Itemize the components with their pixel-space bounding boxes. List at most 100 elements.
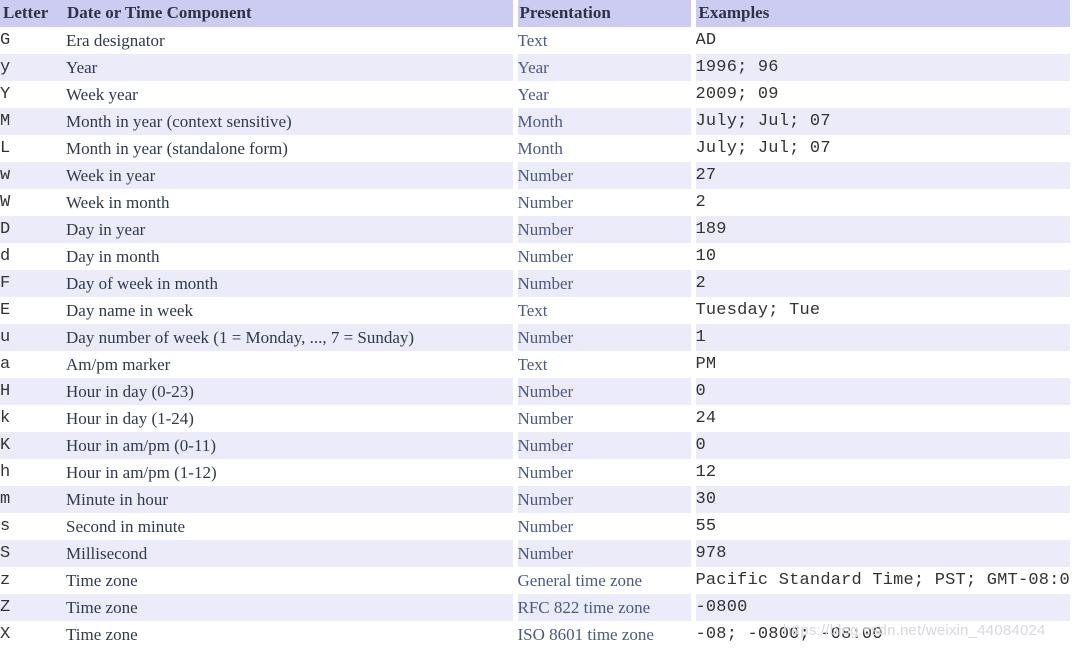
cell-letter: h [0,463,11,482]
cell-presentation: Number [512,432,693,459]
table-header-row: Letter Date or Time Component Presentati… [0,0,1070,27]
cell-presentation: General time zone [512,567,693,594]
cell-examples: 30 [690,486,1070,513]
cell-component: Day name in week [66,301,193,320]
cell-presentation: Number [512,324,693,351]
cell-presentation: Number [512,540,693,567]
table-row: M Month in year (context sensitive) Month J… [0,108,1070,135]
cell-presentation: Number [512,216,693,243]
cell-letter: d [0,247,11,266]
table-header: Letter Date or Time Component Presentati… [0,0,1070,27]
cell-presentation: Month [512,108,693,135]
cell-letter: a [0,355,11,374]
cell-letter: K [0,432,66,459]
cell-examples: 27 [690,162,1070,189]
cell-component: Second in minute [66,517,185,536]
cell-letter: z [0,571,11,590]
cell-presentation: Number [512,513,693,540]
cell-component: Week year [66,85,138,104]
cell-letter: y [0,54,66,81]
cell-component: Month in year (context sensitive) [66,108,515,135]
cell-component: Hour in day (1-24) [66,409,194,428]
table-row: h Hour in am/pm (1-12) Number 12 [0,459,1070,486]
table-row: H Hour in day (0-23) Number 0 [0,378,1070,405]
cell-component: Minute in hour [66,486,515,513]
table-body: G Era designator Text AD y Year Year 1996; 96 Y W… [0,27,1070,648]
table-row: F Day of week in month Number 2 [0,270,1070,297]
column-header-presentation: Presentation [512,0,693,27]
cell-examples: -0800 [690,594,1070,621]
cell-presentation: Year [512,81,693,108]
table-row: m Minute in hour Number 30 [0,486,1070,513]
cell-component: Hour in day (0-23) [66,378,515,405]
cell-examples: July; Jul; 07 [690,108,1070,135]
cell-component: Hour in am/pm (1-12) [66,463,217,482]
cell-presentation: Number [512,270,693,297]
cell-presentation: Text [512,27,693,54]
cell-examples: AD [690,27,1070,54]
cell-presentation: Text [512,297,693,324]
cell-examples: 1 [690,324,1070,351]
cell-component: Time zone [66,571,138,590]
cell-letter: D [0,216,66,243]
cell-letter: m [0,486,66,513]
cell-presentation: Number [512,378,693,405]
cell-letter: H [0,378,66,405]
cell-presentation: Number [512,189,693,216]
cell-letter: M [0,108,66,135]
column-header-examples: Examples [690,0,1070,27]
cell-examples: 978 [690,540,1070,567]
cell-presentation: Number [512,405,693,432]
column-header-letter: Letter [0,0,66,27]
table-row: z Time zone General time zone Pacific Stand… [0,567,1070,594]
cell-component: Day in year [66,216,515,243]
cell-component: Day number of week (1 = Monday, ..., 7 =… [66,324,515,351]
cell-letter: G [0,31,11,50]
cell-examples: 12 [690,459,1070,486]
table-row: G Era designator Text AD [0,27,1070,54]
cell-component: Day of week in month [66,270,515,297]
cell-component: Day in month [66,247,160,266]
cell-letter: L [0,139,11,158]
cell-examples: Pacific Standard Time; PST; GMT-08:00 [690,567,1070,594]
cell-presentation: Number [512,162,693,189]
table-row: k Hour in day (1-24) Number 24 [0,405,1070,432]
cell-examples: 0 [690,432,1070,459]
cell-examples: 0 [690,378,1070,405]
cell-presentation: Year [512,54,693,81]
cell-component: Year [66,54,515,81]
cell-examples: Tuesday; Tue [690,297,1070,324]
cell-letter: W [0,193,11,212]
table-row: K Hour in am/pm (0-11) Number 0 [0,432,1070,459]
table-row: y Year Year 1996; 96 [0,54,1070,81]
cell-presentation: Number [512,486,693,513]
cell-component: Month in year (standalone form) [66,139,288,158]
cell-examples: 2 [690,270,1070,297]
table-row: E Day name in week Text Tuesday; Tue [0,297,1070,324]
cell-presentation: Number [512,243,693,270]
cell-component: Time zone [66,594,515,621]
cell-component: Am/pm marker [66,355,171,374]
table-row: Z Time zone RFC 822 time zone -0800 [0,594,1070,621]
cell-letter: S [0,540,66,567]
cell-component: Time zone [66,625,138,644]
cell-examples: 1996; 96 [690,54,1070,81]
cell-letter: F [0,270,66,297]
cell-letter: s [0,517,11,536]
cell-presentation: ISO 8601 time zone [512,621,693,648]
cell-presentation: RFC 822 time zone [512,594,693,621]
table-row: a Am/pm marker Text PM [0,351,1070,378]
cell-component: Era designator [66,31,165,50]
table-row: X Time zone ISO 8601 time zone -08; -0800; … [0,621,1070,648]
column-header-component: Date or Time Component [66,0,515,27]
table-row: s Second in minute Number 55 [0,513,1070,540]
cell-letter: k [0,409,11,428]
cell-examples: 2009; 09 [690,81,1070,108]
cell-examples: 55 [690,513,1070,540]
table-row: L Month in year (standalone form) Month Jul… [0,135,1070,162]
cell-letter: Y [0,85,11,104]
date-time-pattern-table: Letter Date or Time Component Presentati… [0,0,1070,648]
table-row: Y Week year Year 2009; 09 [0,81,1070,108]
table-row: W Week in month Number 2 [0,189,1070,216]
cell-examples: PM [690,351,1070,378]
